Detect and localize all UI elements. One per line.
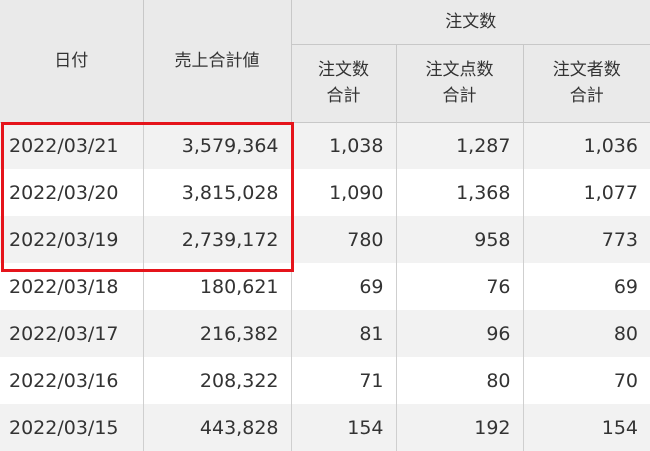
cell-sales: 443,828 [143,404,291,451]
cell-date: 2022/03/20 [0,169,143,216]
table-row: 2022/03/15 443,828 154 192 154 [0,404,650,451]
table-row: 2022/03/17 216,382 81 96 80 [0,310,650,357]
cell-customers: 1,077 [523,169,650,216]
table-row: 2022/03/16 208,322 71 80 70 [0,357,650,404]
cell-orders: 71 [291,357,396,404]
cell-customers: 69 [523,263,650,310]
header-sales-total[interactable]: 売上合計値 [143,0,291,122]
cell-sales: 216,382 [143,310,291,357]
cell-date: 2022/03/16 [0,357,143,404]
cell-customers: 773 [523,216,650,263]
cell-items: 1,287 [396,122,523,169]
header-item-count-line1: 注文点数 [397,57,523,83]
cell-sales: 180,621 [143,263,291,310]
cell-items: 192 [396,404,523,451]
cell-date: 2022/03/21 [0,122,143,169]
header-item-count-line2: 合計 [397,83,523,109]
header-order-count-line2: 合計 [292,83,396,109]
header-orders-group: 注文数 [291,0,650,44]
header-order-count-total[interactable]: 注文数 合計 [291,44,396,122]
cell-date: 2022/03/15 [0,404,143,451]
cell-customers: 70 [523,357,650,404]
header-customer-count-total[interactable]: 注文者数 合計 [523,44,650,122]
cell-items: 80 [396,357,523,404]
header-item-count-total[interactable]: 注文点数 合計 [396,44,523,122]
cell-date: 2022/03/17 [0,310,143,357]
cell-customers: 1,036 [523,122,650,169]
cell-items: 958 [396,216,523,263]
table-row: 2022/03/20 3,815,028 1,090 1,368 1,077 [0,169,650,216]
table-row: 2022/03/19 2,739,172 780 958 773 [0,216,650,263]
table-row: 2022/03/18 180,621 69 76 69 [0,263,650,310]
cell-sales: 3,815,028 [143,169,291,216]
cell-customers: 154 [523,404,650,451]
header-date[interactable]: 日付 [0,0,143,122]
cell-orders: 1,038 [291,122,396,169]
header-customer-count-line1: 注文者数 [524,57,650,83]
cell-orders: 69 [291,263,396,310]
daily-sales-table: 日付 売上合計値 注文数 注文数 合計 注文点数 合計 注文者数 合計 2022… [0,0,650,451]
cell-orders: 154 [291,404,396,451]
cell-orders: 81 [291,310,396,357]
cell-sales: 208,322 [143,357,291,404]
cell-items: 1,368 [396,169,523,216]
cell-date: 2022/03/19 [0,216,143,263]
cell-orders: 1,090 [291,169,396,216]
cell-sales: 2,739,172 [143,216,291,263]
cell-date: 2022/03/18 [0,263,143,310]
header-order-count-line1: 注文数 [292,57,396,83]
cell-items: 76 [396,263,523,310]
header-customer-count-line2: 合計 [524,83,650,109]
cell-items: 96 [396,310,523,357]
cell-customers: 80 [523,310,650,357]
table-row: 2022/03/21 3,579,364 1,038 1,287 1,036 [0,122,650,169]
cell-orders: 780 [291,216,396,263]
cell-sales: 3,579,364 [143,122,291,169]
